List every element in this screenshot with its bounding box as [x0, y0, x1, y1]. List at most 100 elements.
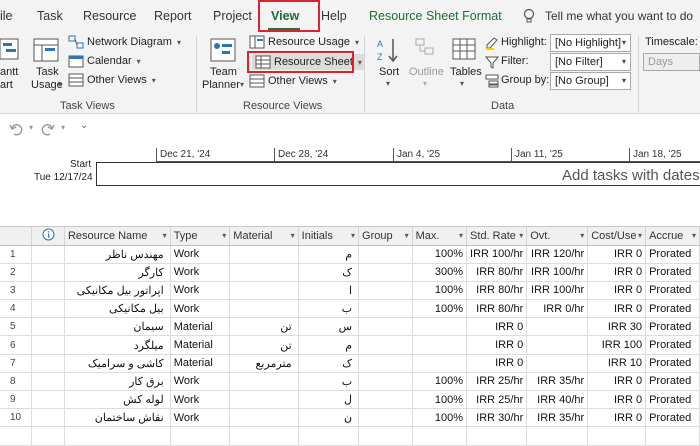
- group-by-select[interactable]: [No Group] ▾: [550, 72, 631, 90]
- max-units-cell[interactable]: 100%: [412, 299, 468, 319]
- column-header[interactable]: Type ▾: [170, 227, 231, 246]
- accrue-cell[interactable]: Prorated: [645, 372, 700, 392]
- std-rate-cell[interactable]: IRR 0: [466, 354, 528, 373]
- cost-per-use-cell[interactable]: IRR 0: [587, 390, 647, 410]
- table-row[interactable]: 7 کاشی و سرامیک Material مترمربع ک IRR 0 IRR 1…: [0, 354, 700, 373]
- ovt-rate-cell[interactable]: IRR 35/hr: [526, 408, 589, 428]
- timeline[interactable]: Dec 21, '24 Dec 28, '24 Jan 4, '25 Jan 1…: [0, 144, 700, 220]
- accrue-cell[interactable]: Prorated: [645, 317, 700, 337]
- table-row[interactable]: 5 سیمان Material تن س IRR 0 IRR 30 Prorated: [0, 317, 700, 337]
- empty-cell[interactable]: [466, 426, 528, 446]
- row-number[interactable]: 8: [0, 372, 33, 392]
- initials-cell[interactable]: ک: [298, 263, 360, 282]
- material-label-cell[interactable]: [229, 372, 299, 392]
- empty-cell[interactable]: [526, 426, 589, 446]
- initials-cell[interactable]: ب: [298, 372, 360, 392]
- accrue-cell[interactable]: Prorated: [645, 245, 700, 264]
- type-cell[interactable]: Material: [170, 354, 231, 373]
- ovt-rate-cell[interactable]: [526, 335, 589, 355]
- group-cell[interactable]: [358, 245, 413, 264]
- empty-cell[interactable]: [358, 426, 413, 446]
- material-label-cell[interactable]: تن: [229, 335, 299, 355]
- indicators-header[interactable]: [31, 227, 65, 246]
- gantt-chart-label-bottom[interactable]: art: [0, 79, 13, 91]
- group-cell[interactable]: [358, 299, 413, 319]
- group-cell[interactable]: [358, 281, 413, 301]
- other-views-task-button[interactable]: Other Views ▾: [68, 73, 156, 87]
- resource-name-cell[interactable]: بیل مکانیکی: [64, 299, 171, 319]
- table-row[interactable]: 4 بیل مکانیکی Work ب 100% IRR 80/hr IRR 0/hr IR…: [0, 299, 700, 319]
- initials-cell[interactable]: ک: [298, 354, 360, 373]
- other-views-resource-button[interactable]: Other Views ▾: [249, 74, 337, 88]
- accrue-cell[interactable]: Prorated: [645, 390, 700, 410]
- tell-me-search[interactable]: Tell me what you want to do: [545, 9, 693, 23]
- accrue-cell[interactable]: Prorated: [645, 408, 700, 428]
- type-cell[interactable]: Material: [170, 335, 231, 355]
- ovt-rate-cell[interactable]: IRR 120/hr: [526, 245, 589, 264]
- initials-cell[interactable]: م: [298, 245, 360, 264]
- initials-cell[interactable]: ن: [298, 408, 360, 428]
- task-usage-label-top[interactable]: Task: [36, 66, 59, 78]
- material-label-cell[interactable]: تن: [229, 317, 299, 337]
- resource-name-cell[interactable]: کارگر: [64, 263, 171, 282]
- empty-cell[interactable]: [31, 426, 65, 446]
- empty-cell[interactable]: [298, 426, 360, 446]
- group-cell[interactable]: [358, 317, 413, 337]
- type-cell[interactable]: Material: [170, 317, 231, 337]
- initials-cell[interactable]: ا: [298, 281, 360, 301]
- calendar-button[interactable]: Calendar ▾: [68, 54, 141, 68]
- row-number[interactable]: 4: [0, 299, 33, 319]
- std-rate-cell[interactable]: IRR 80/hr: [466, 299, 528, 319]
- type-cell[interactable]: Work: [170, 263, 231, 282]
- max-units-cell[interactable]: 300%: [412, 263, 468, 282]
- std-rate-cell[interactable]: IRR 80/hr: [466, 263, 528, 282]
- type-cell[interactable]: Work: [170, 372, 231, 392]
- empty-cell[interactable]: [229, 426, 299, 446]
- material-label-cell[interactable]: [229, 390, 299, 410]
- table-row[interactable]: 8 برق کار Work ب 100% IRR 25/hr IRR 35/hr IRR 0…: [0, 372, 700, 392]
- table-row[interactable]: 2 کارگر Work ک 300% IRR 80/hr IRR 100/hr IRR 0P…: [0, 263, 700, 282]
- initials-cell[interactable]: ل: [298, 390, 360, 410]
- customize-qat-icon[interactable]: ⌄: [80, 120, 88, 131]
- column-header[interactable]: Ovt. ▾: [526, 227, 589, 246]
- max-units-cell[interactable]: [412, 354, 468, 373]
- cost-per-use-cell[interactable]: IRR 0: [587, 299, 647, 319]
- material-label-cell[interactable]: مترمربع: [229, 354, 299, 373]
- accrue-cell[interactable]: Prorated: [645, 335, 700, 355]
- sort-dropdown-icon[interactable]: ▾: [386, 79, 390, 88]
- material-label-cell[interactable]: [229, 408, 299, 428]
- resource-usage-button[interactable]: Resource Usage ▾: [249, 35, 359, 49]
- resource-name-cell[interactable]: اپراتور بیل مکانیکی: [64, 281, 171, 301]
- type-cell[interactable]: Work: [170, 408, 231, 428]
- cost-per-use-cell[interactable]: IRR 0: [587, 372, 647, 392]
- std-rate-cell[interactable]: IRR 0: [466, 317, 528, 337]
- accrue-cell[interactable]: Prorated: [645, 263, 700, 282]
- tab-report[interactable]: Report: [154, 9, 192, 23]
- network-diagram-button[interactable]: Network Diagram ▾: [68, 35, 181, 49]
- empty-cell[interactable]: [64, 426, 171, 446]
- tab-file[interactable]: ile: [0, 9, 13, 23]
- type-cell[interactable]: Work: [170, 281, 231, 301]
- column-header[interactable]: Group ▾: [358, 227, 413, 246]
- tab-task[interactable]: Task: [37, 9, 63, 23]
- empty-cell[interactable]: [412, 426, 468, 446]
- team-planner-icon[interactable]: [210, 38, 236, 62]
- column-header[interactable]: Material ▾: [229, 227, 299, 246]
- table-row[interactable]: 6 میلگرد Material تن م IRR 0 IRR 100 Prorated: [0, 335, 700, 355]
- tables-label[interactable]: Tables: [450, 66, 482, 78]
- cost-per-use-cell[interactable]: IRR 0: [587, 281, 647, 301]
- empty-cell[interactable]: [587, 426, 647, 446]
- redo-dropdown-icon[interactable]: ▾: [61, 123, 65, 132]
- sort-label[interactable]: Sort: [379, 66, 399, 78]
- cost-per-use-cell[interactable]: IRR 30: [587, 317, 647, 337]
- row-number[interactable]: 9: [0, 390, 33, 410]
- table-row[interactable]: 3 اپراتور بیل مکانیکی Work ا 100% IRR 80/hr IR…: [0, 281, 700, 301]
- table-row[interactable]: 9 لوله کش Work ل 100% IRR 25/hr IRR 40/hr IRR 0…: [0, 390, 700, 410]
- cost-per-use-cell[interactable]: IRR 0: [587, 245, 647, 264]
- resource-name-cell[interactable]: سیمان: [64, 317, 171, 337]
- ovt-rate-cell[interactable]: [526, 354, 589, 373]
- accrue-cell[interactable]: Prorated: [645, 354, 700, 373]
- timescale-select[interactable]: Days: [643, 53, 700, 71]
- group-cell[interactable]: [358, 372, 413, 392]
- material-label-cell[interactable]: [229, 245, 299, 264]
